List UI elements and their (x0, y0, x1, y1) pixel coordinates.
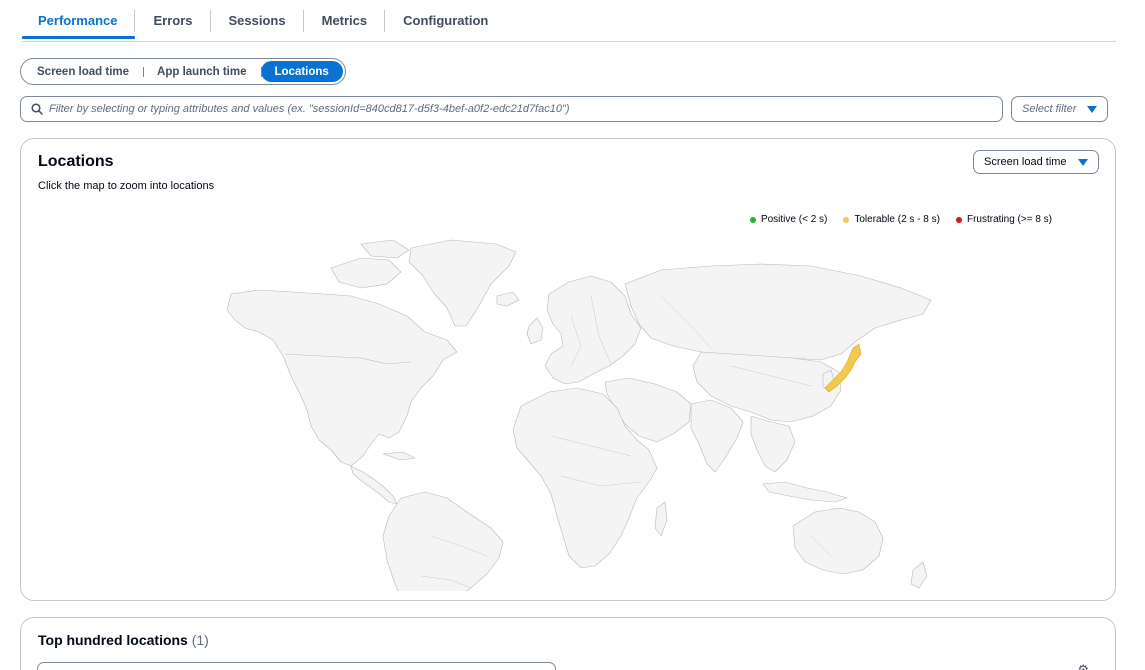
legend-label: Tolerable (2 s - 8 s) (854, 214, 940, 225)
top-locations-title-text: Top hundred locations (38, 632, 188, 648)
property-filter (20, 96, 1003, 122)
country-russia[interactable] (624, 263, 932, 361)
top-locations-search-input[interactable] (37, 662, 556, 670)
search-icon (31, 103, 43, 115)
legend-dot-positive (749, 216, 756, 223)
legend-label: Positive (< 2 s) (760, 214, 828, 225)
top-locations-container: Top hundred locations (1) ⚙ (20, 617, 1116, 670)
country-europe[interactable] (544, 275, 642, 385)
segment-locations[interactable]: Locations (260, 61, 343, 82)
locations-title: Locations (38, 153, 114, 170)
tab-sessions[interactable]: Sessions (211, 0, 304, 41)
locations-container: Locations Click the map to zoom into loc… (20, 138, 1116, 601)
select-filter-label: Select filter (1022, 103, 1077, 115)
legend-dot-frustrating (955, 216, 962, 223)
legend-dot-tolerable (843, 216, 850, 223)
country-north-america[interactable] (226, 289, 458, 467)
world-map[interactable] (211, 236, 941, 591)
legend-item-tolerable: Tolerable (2 s - 8 s) (843, 214, 940, 225)
tab-errors[interactable]: Errors (135, 0, 211, 41)
country-madagascar[interactable] (654, 501, 668, 537)
tab-performance[interactable]: Performance (22, 0, 136, 41)
country-central-america[interactable] (350, 465, 398, 505)
view-segmented-control: Screen load time App launch time Locatio… (20, 58, 346, 85)
map-legend: Positive (< 2 s) Tolerable (2 s - 8 s) F… (749, 214, 1052, 225)
caret-down-icon (1078, 158, 1088, 166)
country-canada-islands[interactable] (330, 257, 402, 289)
country-greenland[interactable] (408, 239, 517, 327)
gear-icon[interactable]: ⚙ (1077, 662, 1089, 670)
legend-item-positive: Positive (< 2 s) (749, 214, 828, 225)
tab-metrics[interactable]: Metrics (304, 0, 386, 41)
country-southeast-asia[interactable] (750, 415, 796, 473)
filter-input[interactable] (49, 103, 1002, 115)
country-iceland[interactable] (496, 291, 520, 307)
legend-item-frustrating: Frustrating (>= 8 s) (955, 214, 1052, 225)
tab-label: Errors (153, 12, 193, 28)
select-filter-dropdown[interactable]: Select filter (1011, 96, 1108, 122)
country-cuba[interactable] (382, 451, 416, 461)
tab-configuration[interactable]: Configuration (385, 0, 506, 41)
tab-label: Performance (38, 12, 118, 28)
country-south-america[interactable] (382, 491, 504, 591)
metric-select-dropdown[interactable]: Screen load time (973, 150, 1099, 174)
country-australia[interactable] (792, 507, 884, 575)
legend-label: Frustrating (>= 8 s) (966, 214, 1052, 225)
tab-label: Configuration (403, 12, 489, 28)
tab-label: Sessions (228, 12, 286, 28)
country-india[interactable] (690, 399, 744, 473)
top-locations-title: Top hundred locations (1) (38, 632, 209, 648)
tab-bar: Performance Errors Sessions Metrics Conf… (22, 0, 1116, 42)
segment-screen-load-time[interactable]: Screen load time (23, 61, 143, 82)
country-united-kingdom[interactable] (526, 317, 544, 345)
caret-down-icon (1087, 105, 1097, 113)
segment-app-launch-time[interactable]: App launch time (143, 61, 260, 82)
country-new-zealand[interactable] (910, 561, 928, 589)
locations-description: Click the map to zoom into locations (38, 180, 215, 192)
metric-select-label: Screen load time (984, 156, 1067, 168)
tab-label: Metrics (321, 12, 368, 28)
country-indonesia[interactable] (762, 481, 848, 503)
top-locations-count: (1) (191, 632, 209, 648)
country-canada-islands-2[interactable] (360, 239, 410, 259)
